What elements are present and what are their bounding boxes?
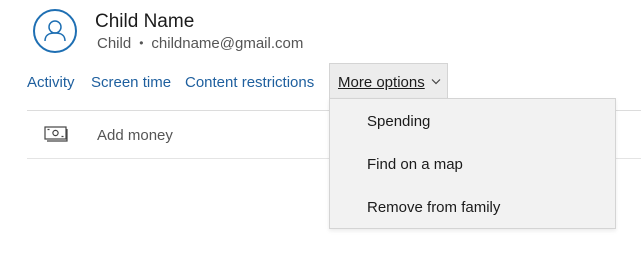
separator-dot: • [139,36,144,50]
nav-activity-link[interactable]: Activity [27,74,75,91]
menu-item-spending[interactable]: Spending [330,101,615,141]
family-member-page: Child Name Child • childname@gmail.com Act… [0,0,641,256]
add-money-link[interactable]: Add money [97,127,173,144]
person-icon [44,20,66,42]
menu-item-label: Find on a map [367,156,463,173]
menu-item-label: Spending [367,113,431,130]
nav-content-restrictions-link[interactable]: Content restrictions [185,74,314,91]
more-options-label: More options [338,74,425,91]
avatar [33,9,77,53]
nav-screen-time-link[interactable]: Screen time [91,74,171,91]
more-options-button[interactable]: More options [329,63,448,99]
child-name: Child Name [95,11,195,32]
menu-item-remove-from-family[interactable]: Remove from family [330,187,615,227]
more-options-menu: Spending Find on a map Remove from famil… [329,98,616,229]
menu-item-find-on-map[interactable]: Find on a map [330,144,615,184]
chevron-down-icon [431,79,441,85]
child-details: Child • childname@gmail.com [97,35,303,52]
child-email: childname@gmail.com [151,35,304,52]
money-bill-icon [44,126,68,142]
child-role: Child [97,35,132,52]
menu-item-label: Remove from family [367,199,501,216]
